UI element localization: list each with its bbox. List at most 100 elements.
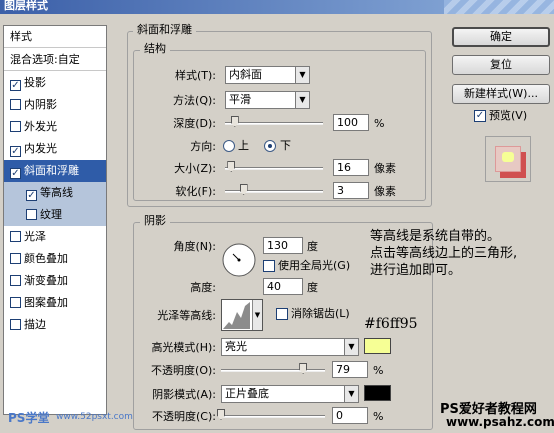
style-checkbox[interactable]: ✓	[10, 168, 21, 179]
style-checkbox[interactable]	[10, 297, 21, 308]
chevron-down-icon: ▼	[295, 67, 309, 83]
angle-label: 角度(N):	[173, 240, 216, 253]
shadow-opacity-slider-track[interactable]	[221, 415, 325, 418]
style-list-item-label: 内发光	[24, 142, 57, 155]
preview-highlight	[502, 152, 514, 162]
style-list-item-label: 等高线	[40, 186, 73, 199]
blend-options-item[interactable]: 混合选项:自定	[4, 49, 106, 71]
structure-title: 结构	[140, 43, 170, 55]
blend-options-label: 混合选项:自定	[10, 53, 80, 66]
chevron-down-icon: ▼	[344, 339, 358, 355]
antialias-label: 消除锯齿(L)	[291, 307, 350, 320]
shadow-mode-select[interactable]: 正片叠底 ▼	[221, 385, 359, 403]
new-style-button[interactable]: 新建样式(W)...	[452, 84, 550, 104]
direction-down-radio[interactable]	[264, 140, 276, 152]
annotation-line-1: 等高线是系统自带的。	[370, 229, 501, 244]
style-list-item[interactable]: 颜色叠加	[4, 248, 106, 270]
style-list-item-label: 颜色叠加	[24, 252, 68, 265]
style-list: 样式 混合选项:自定 ✓ 投影 内阴影 外发光 ✓ 内发光 ✓ 斜面和浮雕 ✓ 等高线 纹理 光泽 颜色…	[3, 25, 107, 415]
annotation-line-3: 进行追加即可。	[370, 263, 462, 278]
style-checkbox[interactable]	[10, 99, 21, 110]
contour-curve-icon	[223, 302, 250, 329]
style-list-item-label: 图案叠加	[24, 296, 68, 309]
highlight-opacity-label: 不透明度(O):	[151, 364, 216, 377]
style-list-item[interactable]: 描边	[4, 314, 106, 336]
bevel-emboss-title: 斜面和浮雕	[133, 24, 196, 36]
depth-input[interactable]: 100	[333, 114, 369, 131]
style-checkbox[interactable]: ✓	[10, 80, 21, 91]
size-slider-track[interactable]	[225, 167, 323, 170]
gloss-contour-label: 光泽等高线:	[157, 309, 216, 322]
style-checkbox[interactable]: ✓	[26, 190, 37, 201]
style-list-item[interactable]: ✓ 斜面和浮雕	[4, 160, 106, 182]
ok-button[interactable]: 确定	[452, 27, 550, 47]
angle-dial[interactable]	[221, 242, 257, 278]
highlight-color-swatch[interactable]	[364, 338, 391, 354]
annotation-line-2: 点击等高线边上的三角形,	[370, 246, 518, 261]
style-list-header-label: 样式	[10, 30, 32, 43]
size-unit: 像素	[374, 162, 396, 175]
shadow-opacity-input[interactable]: 0	[332, 407, 368, 424]
annotation-color-code: #f6ff95	[364, 316, 418, 332]
soften-unit: 像素	[374, 185, 396, 198]
watermark-left-logo: PS学堂	[8, 411, 50, 425]
style-list-item-label: 渐变叠加	[24, 274, 68, 287]
gloss-contour-picker[interactable]: ▼	[221, 299, 263, 331]
style-list-item[interactable]: 光泽	[4, 226, 106, 248]
altitude-unit: 度	[307, 281, 318, 294]
altitude-input[interactable]: 40	[263, 278, 303, 295]
chevron-down-icon: ▼	[295, 92, 309, 108]
style-list-item[interactable]: ✓ 内发光	[4, 138, 106, 160]
style-list-item[interactable]: ✓ 投影	[4, 72, 106, 94]
style-preview-thumbnail	[485, 136, 531, 182]
style-list-item-label: 投影	[24, 76, 46, 89]
preview-checkbox[interactable]: ✓	[474, 110, 486, 122]
style-checkbox[interactable]	[10, 121, 21, 132]
style-list-item[interactable]: 内阴影	[4, 94, 106, 116]
chevron-down-icon: ▼	[344, 386, 358, 402]
style-checkbox[interactable]	[10, 319, 21, 330]
style-checkbox[interactable]: ✓	[10, 146, 21, 157]
style-list-item[interactable]: 渐变叠加	[4, 270, 106, 292]
global-light-checkbox[interactable]	[263, 260, 275, 272]
watermark-right-url: www.psahz.com	[446, 415, 554, 429]
style-checkbox[interactable]	[10, 253, 21, 264]
size-input[interactable]: 16	[333, 159, 369, 176]
direction-down-label: 下	[280, 139, 291, 152]
highlight-opacity-input[interactable]: 79	[332, 361, 368, 378]
method-select[interactable]: 平滑 ▼	[225, 91, 310, 109]
reset-button[interactable]: 复位	[452, 55, 550, 75]
style-list-item[interactable]: 纹理	[4, 204, 106, 226]
style-list-header[interactable]: 样式	[4, 26, 106, 48]
contour-dropdown-arrow-icon[interactable]: ▼	[252, 300, 262, 330]
depth-slider-track[interactable]	[225, 122, 323, 125]
style-select[interactable]: 内斜面 ▼	[225, 66, 310, 84]
style-checkbox[interactable]	[10, 231, 21, 242]
style-select-value: 内斜面	[229, 68, 262, 81]
shadow-opacity-label: 不透明度(C):	[152, 410, 216, 423]
direction-up-label: 上	[238, 139, 249, 152]
window-title: 图层样式	[4, 0, 48, 12]
soften-input[interactable]: 3	[333, 182, 369, 199]
shadow-color-swatch[interactable]	[364, 385, 391, 401]
style-list-item[interactable]: ✓ 等高线	[4, 182, 106, 204]
highlight-opacity-unit: %	[373, 364, 384, 377]
antialias-checkbox[interactable]	[276, 308, 288, 320]
angle-dial-icon	[222, 243, 256, 277]
method-label: 方法(Q):	[173, 94, 216, 107]
direction-label: 方向:	[190, 140, 216, 153]
style-list-item-label: 纹理	[40, 208, 62, 221]
style-list-item[interactable]: 外发光	[4, 116, 106, 138]
highlight-opacity-slider-track[interactable]	[221, 369, 325, 372]
global-light-label: 使用全局光(G)	[278, 259, 351, 272]
angle-input[interactable]: 130	[263, 237, 303, 254]
preview-label: 预览(V)	[489, 109, 528, 122]
style-list-item[interactable]: 图案叠加	[4, 292, 106, 314]
style-checkbox[interactable]	[26, 209, 37, 220]
shadow-mode-label: 阴影模式(A):	[152, 388, 216, 401]
highlight-mode-select[interactable]: 亮光 ▼	[221, 338, 359, 356]
direction-up-radio[interactable]	[223, 140, 235, 152]
style-list-item-label: 内阴影	[24, 98, 57, 111]
style-checkbox[interactable]	[10, 275, 21, 286]
title-bar-decoration	[444, 0, 554, 14]
